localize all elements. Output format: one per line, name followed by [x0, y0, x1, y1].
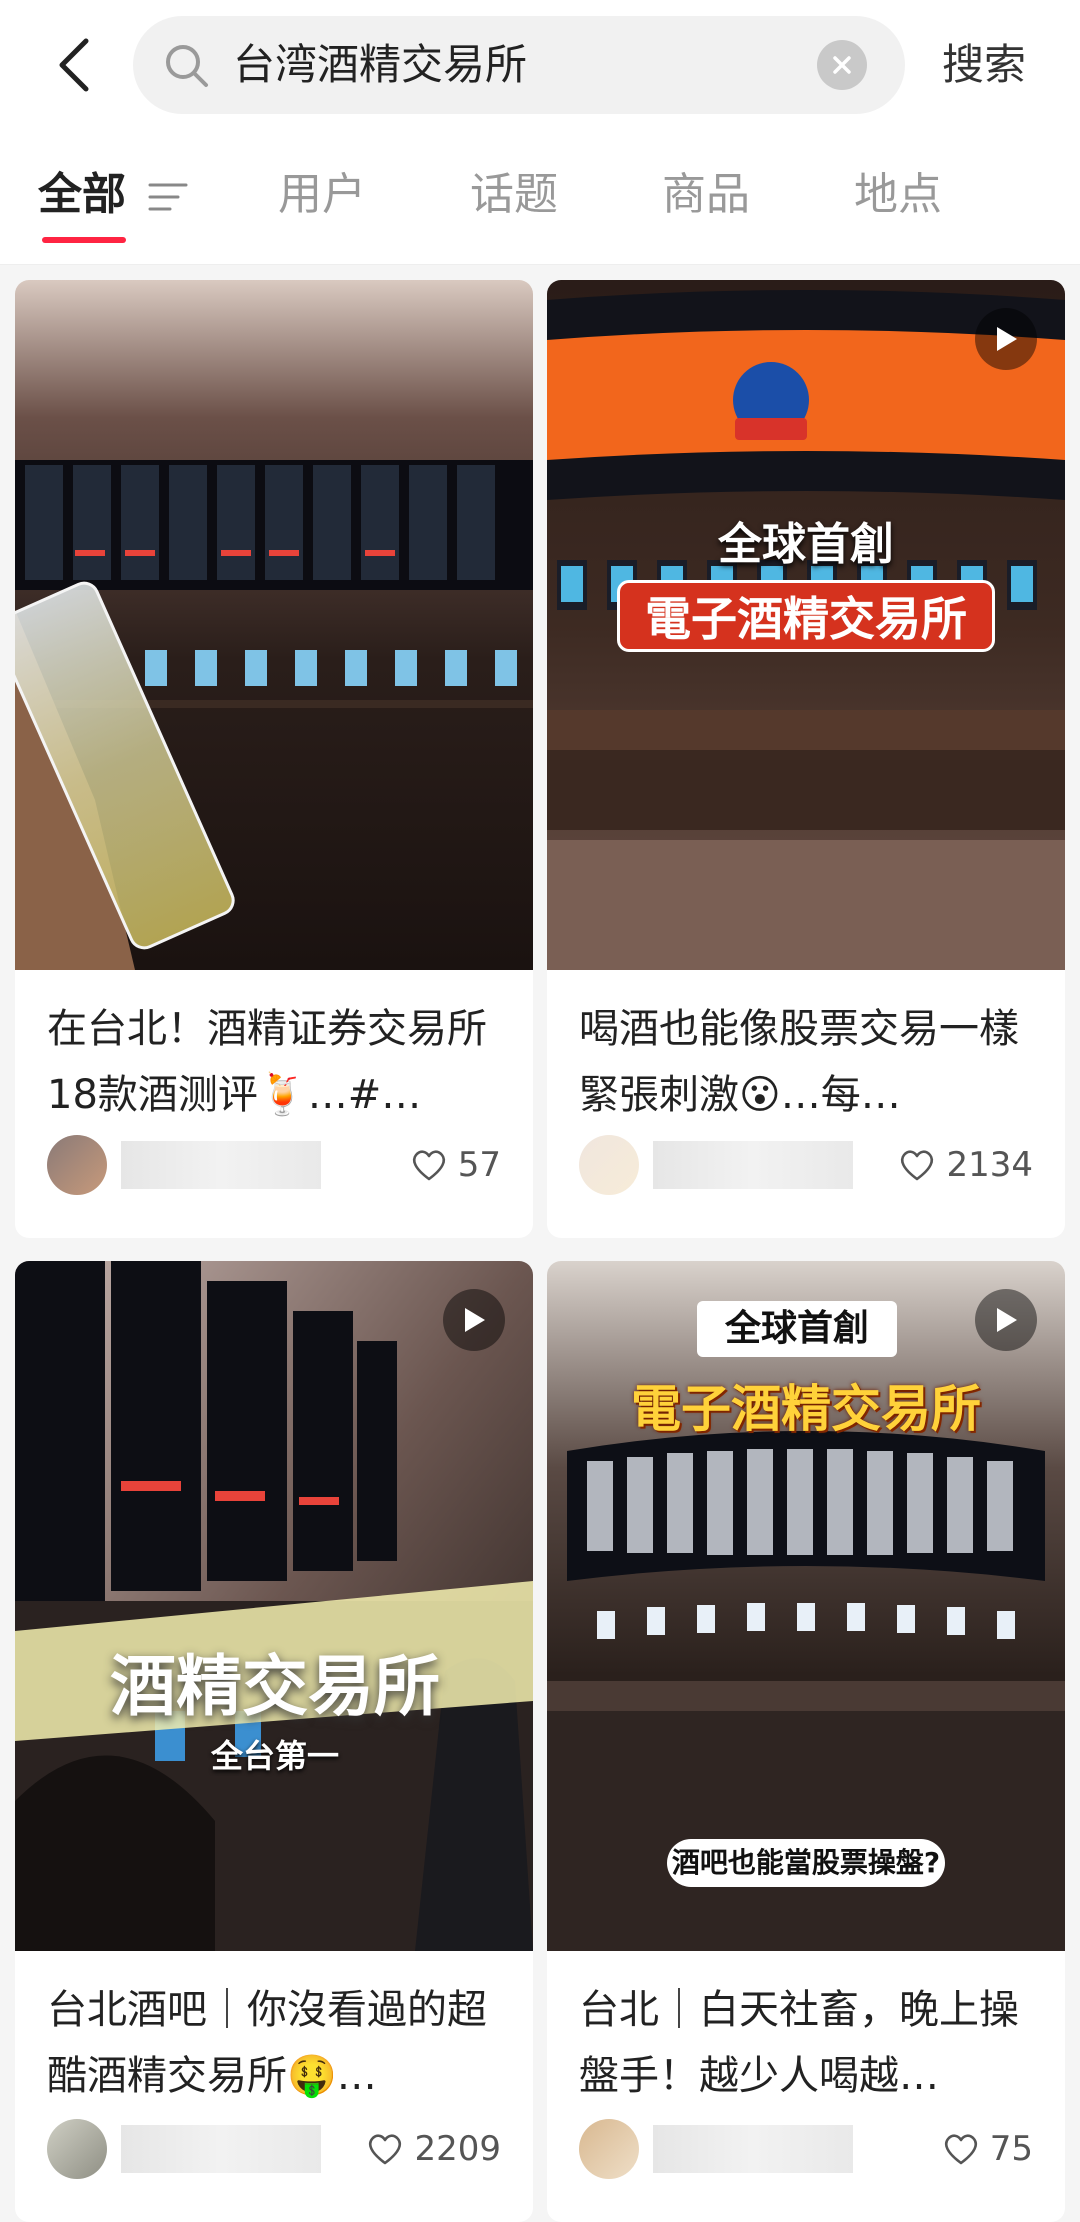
like-button[interactable]: 57	[410, 1135, 501, 1195]
card-title: 台北｜白天社畜，晚上操盤手！越少人喝越…	[579, 1987, 1019, 2099]
author-name-blurred	[121, 2125, 321, 2173]
play-icon	[465, 1308, 485, 1332]
results-grid: 在台北！酒精证券交易所18款酒测评🍹…#… 57 全球首創 電子酒精交易所 喝酒…	[0, 265, 1080, 2222]
card-title: 台北酒吧｜你沒看過的超酷酒精交易所🤑…	[47, 1987, 487, 2099]
back-button[interactable]	[44, 30, 104, 100]
overlay-caption: 全球首創	[718, 519, 894, 570]
search-tabs: 全部 用户 话题 商品 地点	[0, 130, 1080, 265]
overlay-caption: 酒精交易所	[110, 1648, 440, 1725]
tab-users[interactable]: 用户	[278, 160, 366, 230]
play-icon	[997, 1308, 1017, 1332]
author[interactable]	[47, 2119, 321, 2179]
like-count: 75	[989, 2129, 1033, 2169]
avatar	[47, 2119, 107, 2179]
like-count: 2209	[414, 2129, 501, 2169]
heart-icon	[944, 2134, 977, 2165]
heart-icon	[369, 2134, 402, 2165]
overlay-caption: 電子酒精交易所	[631, 1380, 981, 1438]
like-button[interactable]: 2134	[898, 1135, 1033, 1195]
play-icon	[997, 327, 1017, 351]
heart-icon	[412, 1150, 445, 1181]
tab-places[interactable]: 地点	[854, 160, 942, 230]
cover-image: 全球首創 電子酒精交易所 酒吧也能當股票操盤?	[547, 1261, 1065, 1951]
video-play-button[interactable]	[443, 1289, 505, 1351]
like-button[interactable]: 75	[942, 2119, 1033, 2179]
cover-image: 酒精交易所 全台第一	[15, 1261, 533, 1951]
author[interactable]	[579, 2119, 853, 2179]
card-title: 在台北！酒精证券交易所18款酒测评🍹…#…	[47, 1006, 487, 1118]
tab-products[interactable]: 商品	[662, 160, 750, 230]
video-play-button[interactable]	[975, 308, 1037, 370]
overlay-caption: 全台第一	[210, 1737, 339, 1775]
clear-search-button[interactable]	[817, 40, 867, 90]
result-card[interactable]: 酒精交易所 全台第一 台北酒吧｜你沒看過的超酷酒精交易所🤑… 2209	[15, 1261, 533, 2222]
result-card[interactable]: 在台北！酒精证券交易所18款酒测评🍹…#… 57	[15, 280, 533, 1238]
avatar	[579, 1135, 639, 1195]
author-name-blurred	[653, 2125, 853, 2173]
video-play-button[interactable]	[975, 1289, 1037, 1351]
overlay-caption: 酒吧也能當股票操盤?	[667, 1839, 945, 1887]
tab-topics[interactable]: 话题	[470, 160, 558, 230]
chevron-left-icon	[59, 38, 89, 92]
active-tab-indicator	[42, 237, 126, 243]
author-name-blurred	[653, 1141, 853, 1189]
card-title: 喝酒也能像股票交易一樣緊張刺激😮…每…	[579, 1006, 1019, 1118]
avatar	[47, 1135, 107, 1195]
like-count: 57	[457, 1145, 501, 1185]
search-button[interactable]: 搜索	[942, 30, 1026, 100]
search-query: 台湾酒精交易所	[233, 40, 528, 89]
overlay-caption: 電子酒精交易所	[617, 580, 995, 652]
author[interactable]	[579, 1135, 853, 1195]
author[interactable]	[47, 1135, 321, 1195]
overlay-caption: 全球首創	[697, 1301, 897, 1357]
cover-image	[15, 280, 533, 970]
result-card[interactable]: 全球首創 電子酒精交易所 酒吧也能當股票操盤? 台北｜白天社畜，晚上操盤手！越少…	[547, 1261, 1065, 2222]
cover-image: 全球首創 電子酒精交易所	[547, 280, 1065, 970]
avatar	[579, 2119, 639, 2179]
result-card[interactable]: 全球首創 電子酒精交易所 喝酒也能像股票交易一樣緊張刺激😮…每… 2134	[547, 280, 1065, 1238]
close-icon	[833, 56, 851, 74]
author-name-blurred	[121, 1141, 321, 1189]
tab-all[interactable]: 全部	[38, 160, 126, 230]
search-input[interactable]: 台湾酒精交易所	[133, 16, 905, 114]
heart-icon	[901, 1150, 934, 1181]
like-count: 2134	[946, 1145, 1033, 1185]
search-icon	[166, 45, 208, 87]
like-button[interactable]: 2209	[366, 2119, 501, 2179]
top-bar: 台湾酒精交易所 搜索	[0, 0, 1080, 130]
filter-icon[interactable]	[148, 177, 188, 217]
